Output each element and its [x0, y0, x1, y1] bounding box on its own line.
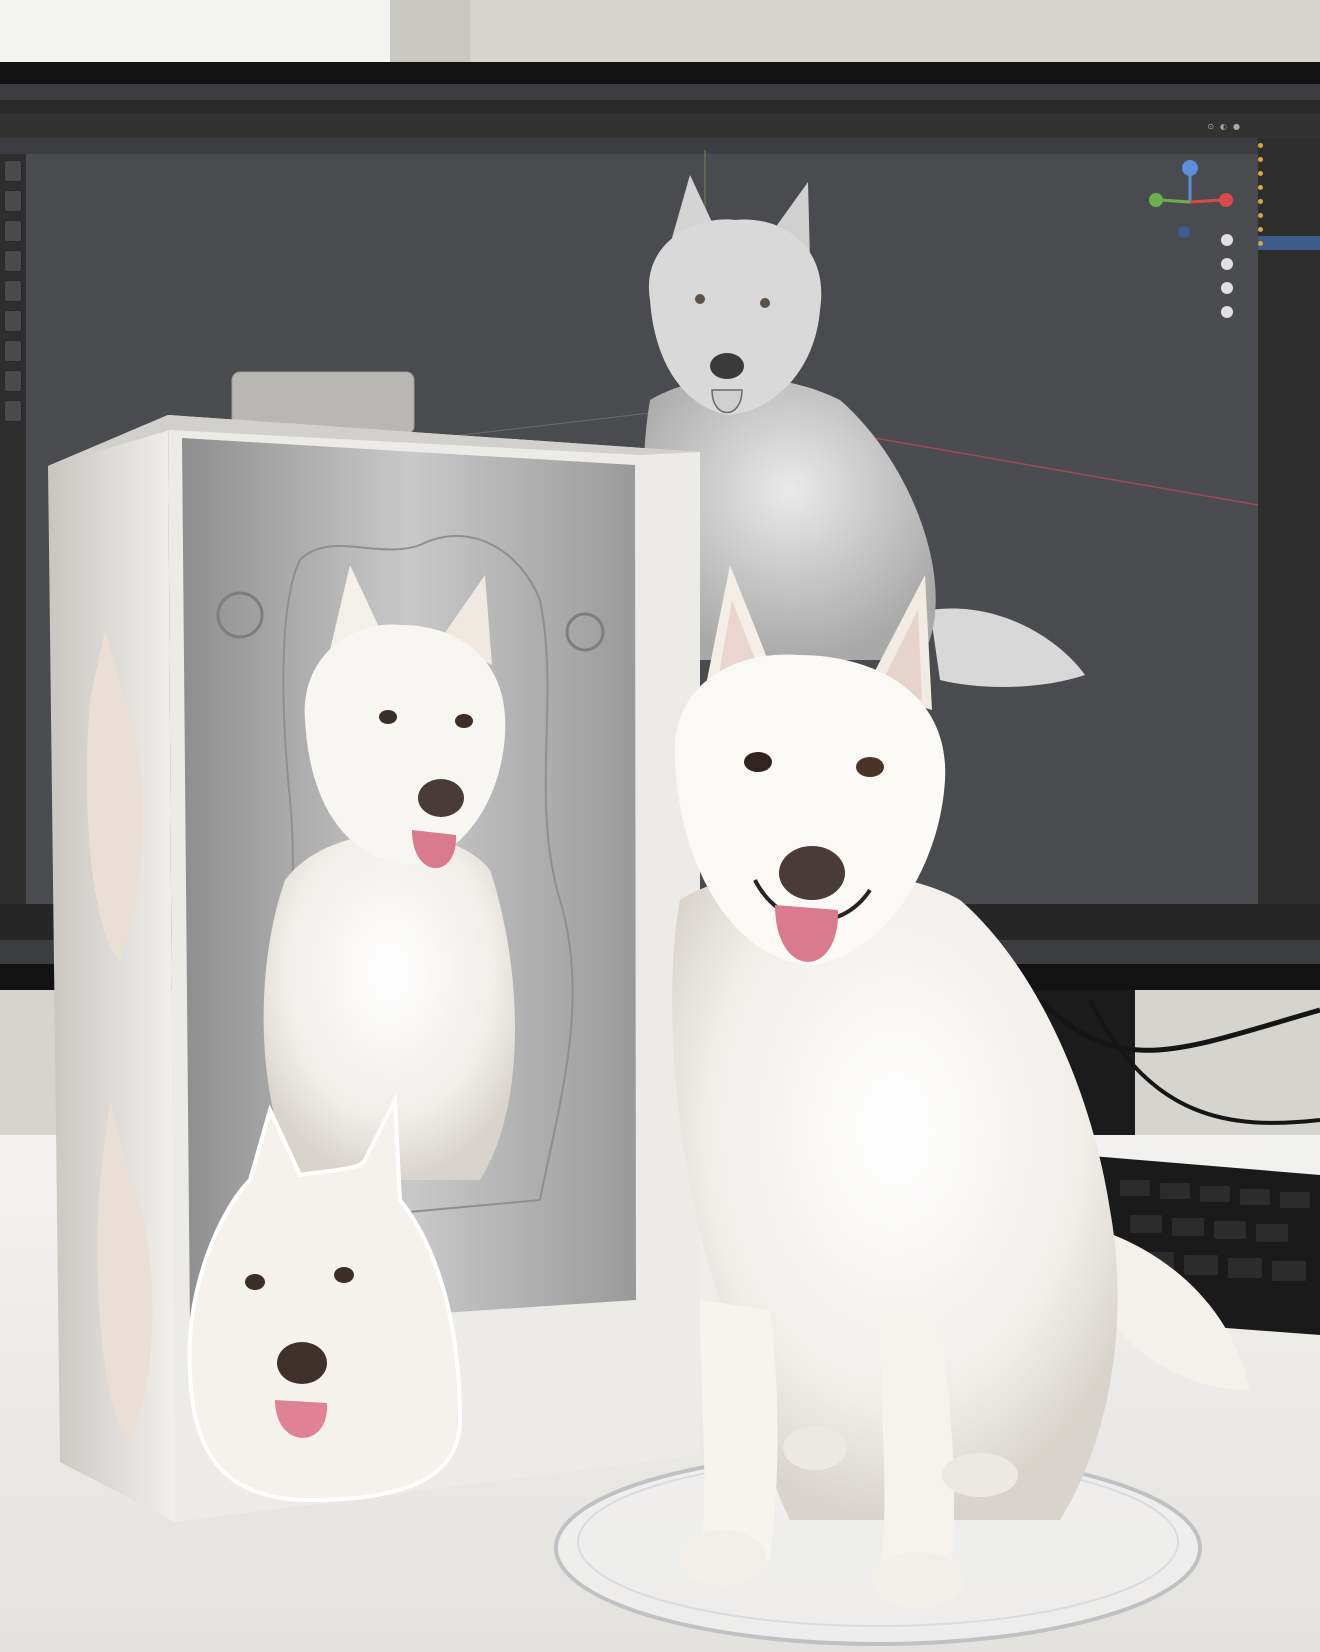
window-frame — [390, 0, 470, 62]
scale-tool-button[interactable] — [4, 280, 22, 302]
object-icon — [1258, 240, 1263, 246]
outliner-item[interactable] — [1258, 166, 1320, 180]
object-icon — [1258, 226, 1263, 232]
dog-eye-right — [856, 757, 884, 777]
object-icon — [1258, 184, 1263, 190]
outliner-item-selected[interactable] — [1258, 236, 1320, 250]
left-toolbar — [0, 160, 26, 460]
object-icon — [1258, 156, 1263, 162]
outliner-item[interactable] — [1258, 152, 1320, 166]
viewport-shading-icon[interactable]: ● — [1233, 122, 1240, 131]
outliner-item[interactable] — [1258, 194, 1320, 208]
object-icon — [1258, 198, 1263, 204]
dog-hind-paw-left — [783, 1426, 847, 1470]
model-eye-right — [760, 298, 770, 308]
figurine-eye-left — [379, 710, 397, 724]
dog-hind-paw — [942, 1453, 1018, 1497]
dog-paw-right — [872, 1552, 964, 1608]
window-panel — [0, 0, 390, 62]
print-eye-left — [245, 1274, 265, 1290]
toolbar-item[interactable] — [30, 124, 38, 128]
add-tool-button[interactable] — [4, 400, 22, 422]
collection-icon — [1258, 142, 1263, 148]
app-menubar — [0, 100, 1320, 114]
print-nose — [277, 1342, 327, 1384]
viewport-header — [0, 138, 1250, 154]
move-tool-button[interactable] — [4, 220, 22, 242]
dog-nose — [779, 846, 845, 900]
measure-tool-button[interactable] — [4, 370, 22, 392]
object-icon — [1258, 212, 1263, 218]
transform-tool-button[interactable] — [4, 310, 22, 332]
toolbar-item[interactable] — [8, 124, 16, 128]
annotate-tool-button[interactable] — [4, 340, 22, 362]
app-toolbar: ⊙ ◐ ● — [0, 114, 1320, 138]
toolbar-item[interactable] — [52, 124, 60, 128]
overlay-toggle-icon[interactable]: ⊙ — [1207, 122, 1214, 131]
toolbar-right-group: ⊙ ◐ ● — [1207, 122, 1240, 131]
figurine-nose — [418, 779, 464, 817]
outliner — [1258, 138, 1320, 558]
dog-eye-left — [744, 752, 772, 772]
shading-toggle-icon[interactable]: ◐ — [1220, 122, 1227, 131]
model-eye-left — [695, 294, 705, 304]
dog-front-leg-right — [880, 1310, 955, 1578]
object-icon — [1258, 170, 1263, 176]
figurine-eye-right — [455, 714, 473, 728]
print-eye-right — [334, 1267, 354, 1283]
rotate-tool-button[interactable] — [4, 250, 22, 272]
outliner-item[interactable] — [1258, 180, 1320, 194]
dog-front-leg-left — [700, 1300, 778, 1560]
select-tool-button[interactable] — [4, 160, 22, 182]
outliner-item[interactable] — [1258, 222, 1320, 236]
outliner-item[interactable] — [1258, 138, 1320, 152]
model-nose — [710, 353, 744, 379]
photo-scene — [0, 0, 1320, 1652]
outliner-item[interactable] — [1258, 208, 1320, 222]
cursor-tool-button[interactable] — [4, 190, 22, 212]
dog-paw-left — [678, 1530, 766, 1586]
product-box — [48, 371, 700, 1522]
